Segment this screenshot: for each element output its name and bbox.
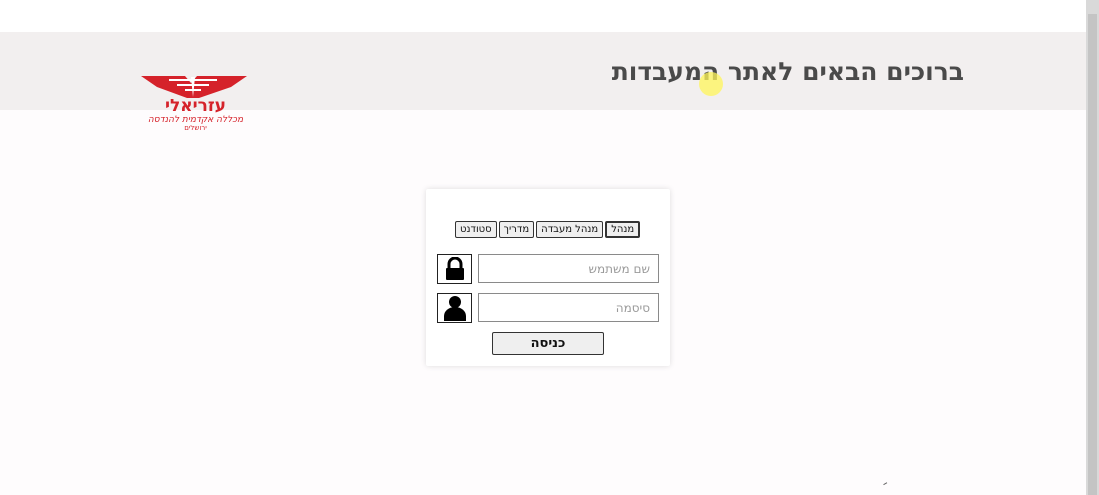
password-icon-box bbox=[437, 293, 472, 323]
username-input[interactable] bbox=[478, 254, 659, 283]
role-button-lab-manager[interactable]: מנהל מעבדה bbox=[536, 221, 604, 238]
scrollbar-thumb[interactable] bbox=[1088, 14, 1097, 495]
user-icon bbox=[443, 296, 466, 321]
role-button-student[interactable]: סטודנט bbox=[455, 221, 497, 238]
logo-city: ירושלים bbox=[184, 124, 207, 132]
login-card: מנהל מנהל מעבדה מדריך סטודנט כניסה bbox=[426, 189, 670, 366]
role-button-instructor[interactable]: מדריך bbox=[498, 221, 535, 238]
site-header: עזריאלי מכללה אקדמית להנדסה ירושלים ברוכ… bbox=[0, 32, 1086, 132]
role-selector: מנהל מנהל מעבדה מדריך סטודנט bbox=[455, 221, 641, 238]
page: עזריאלי מכללה אקדמית להנדסה ירושלים ברוכ… bbox=[0, 0, 1099, 495]
page-title: ברוכים הבאים לאתר המעבדות bbox=[611, 57, 964, 86]
azrieli-logo[interactable]: עזריאלי מכללה אקדמית להנדסה ירושלים bbox=[123, 75, 268, 133]
stray-mark bbox=[883, 482, 889, 488]
login-button[interactable]: כניסה bbox=[492, 332, 604, 355]
vertical-scrollbar[interactable] bbox=[1086, 0, 1099, 495]
password-input[interactable] bbox=[478, 293, 659, 322]
role-button-admin[interactable]: מנהל bbox=[605, 221, 641, 238]
top-strip bbox=[0, 0, 1086, 32]
mouse-cursor-highlight bbox=[699, 72, 723, 96]
lock-icon bbox=[445, 257, 464, 280]
logo-name: עזריאלי bbox=[164, 96, 227, 116]
username-icon-box bbox=[437, 254, 472, 284]
